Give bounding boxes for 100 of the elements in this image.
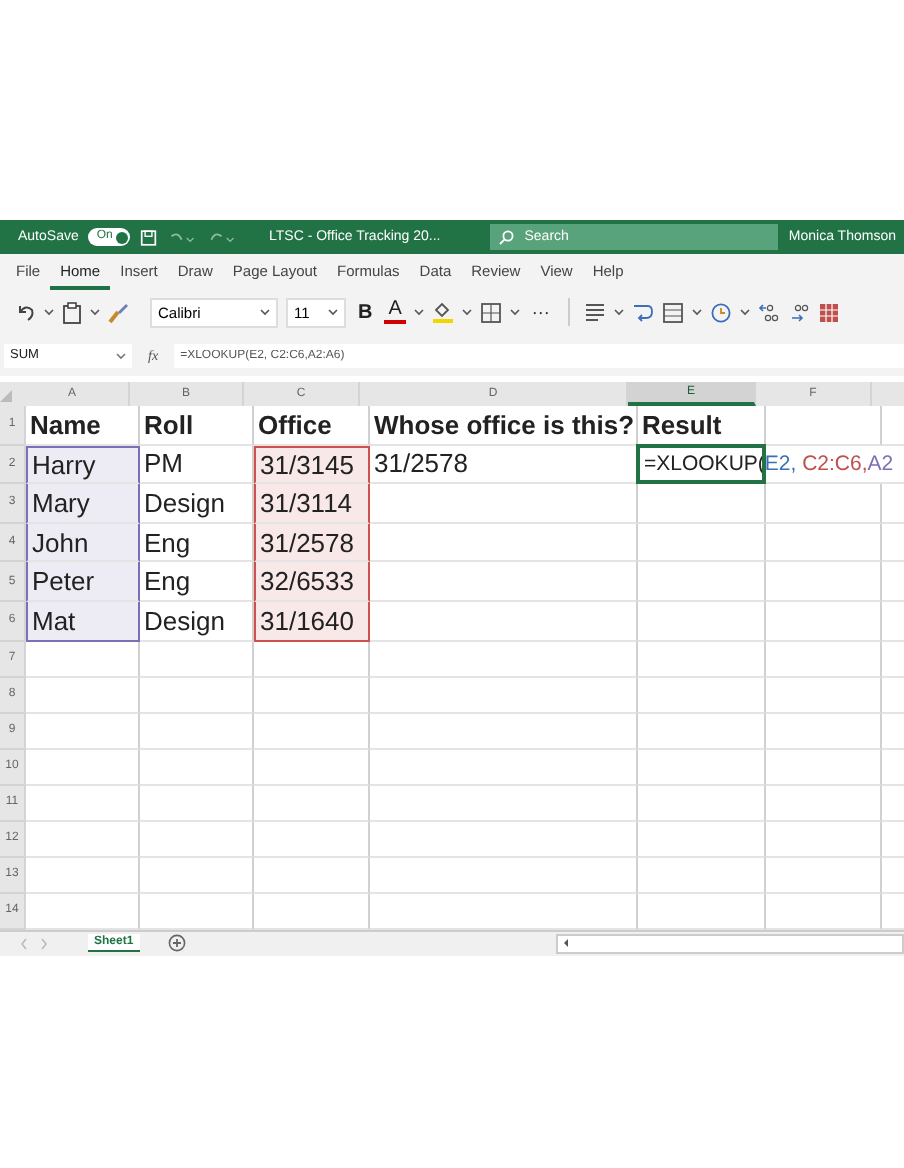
table-cell[interactable] bbox=[26, 677, 140, 714]
table-cell[interactable]: Name bbox=[26, 406, 140, 446]
table-cell[interactable] bbox=[370, 785, 638, 822]
table-cell[interactable] bbox=[370, 562, 638, 602]
caret-icon[interactable] bbox=[90, 308, 100, 316]
table-cell[interactable] bbox=[766, 821, 882, 858]
table-cell[interactable] bbox=[140, 677, 254, 714]
table-cell[interactable] bbox=[26, 857, 140, 894]
increase-decimal-icon[interactable] bbox=[757, 301, 780, 323]
paintbrush-icon[interactable] bbox=[108, 301, 130, 323]
table-cell[interactable] bbox=[26, 713, 140, 750]
caret-icon[interactable] bbox=[739, 308, 750, 316]
font-color-button[interactable]: A bbox=[384, 300, 406, 324]
table-cell[interactable] bbox=[254, 785, 370, 822]
fill-color-icon[interactable] bbox=[431, 300, 454, 324]
bold-button[interactable]: B bbox=[354, 301, 377, 323]
table-cell[interactable]: Whose office is this? bbox=[370, 406, 638, 446]
table-cell[interactable] bbox=[254, 821, 370, 858]
cell-styles-icon[interactable] bbox=[817, 301, 840, 323]
table-cell[interactable] bbox=[638, 821, 766, 858]
table-cell[interactable] bbox=[140, 641, 254, 678]
borders-icon[interactable] bbox=[479, 301, 502, 323]
more-button[interactable]: ··· bbox=[527, 302, 554, 322]
table-cell[interactable] bbox=[254, 749, 370, 786]
table-cell[interactable]: Peter bbox=[26, 562, 140, 602]
table-cell[interactable] bbox=[370, 857, 638, 894]
table-cell[interactable] bbox=[370, 484, 638, 524]
table-cell[interactable] bbox=[638, 785, 766, 822]
table-cell[interactable]: Mat bbox=[26, 601, 140, 642]
table-cell[interactable] bbox=[766, 785, 882, 822]
table-cell[interactable]: 31/1640 bbox=[254, 601, 370, 642]
table-cell[interactable] bbox=[26, 785, 140, 822]
table-cell[interactable] bbox=[766, 523, 882, 563]
table-cell[interactable]: 31/2578 bbox=[254, 523, 370, 563]
table-cell[interactable] bbox=[638, 749, 766, 786]
table-cell[interactable] bbox=[766, 677, 882, 714]
horizontal-scrollbar[interactable] bbox=[556, 933, 904, 954]
save-icon[interactable] bbox=[140, 227, 158, 247]
table-cell[interactable] bbox=[140, 749, 254, 786]
clipboard-icon[interactable] bbox=[62, 301, 82, 323]
table-cell[interactable] bbox=[254, 857, 370, 894]
table-cell[interactable] bbox=[638, 641, 766, 678]
table-cell[interactable] bbox=[766, 484, 882, 524]
redo-icon[interactable] bbox=[208, 229, 240, 245]
table-cell[interactable]: 31/3145 bbox=[254, 445, 370, 485]
table-cell[interactable] bbox=[766, 857, 882, 894]
formula-cell[interactable]: =XLOOKUP(E2, C2:C6,A2 bbox=[638, 445, 904, 485]
table-cell[interactable]: 31/2578 bbox=[370, 445, 638, 485]
table-cell[interactable] bbox=[370, 641, 638, 678]
wrap-text-icon[interactable] bbox=[631, 301, 654, 323]
table-cell[interactable]: PM bbox=[140, 445, 254, 485]
table-cell[interactable]: Design bbox=[140, 484, 254, 524]
table-cell[interactable]: John bbox=[26, 523, 140, 563]
table-cell[interactable] bbox=[370, 749, 638, 786]
table-cell[interactable] bbox=[766, 749, 882, 786]
table-cell[interactable] bbox=[766, 713, 882, 750]
table-cell[interactable] bbox=[26, 641, 140, 678]
table-cell[interactable]: 31/3114 bbox=[254, 484, 370, 524]
merge-cells-icon[interactable] bbox=[661, 301, 684, 323]
decrease-decimal-icon[interactable] bbox=[787, 301, 810, 323]
table-cell[interactable]: Result bbox=[638, 406, 766, 446]
table-cell[interactable] bbox=[370, 713, 638, 750]
table-cell[interactable]: Roll bbox=[140, 406, 254, 446]
table-cell[interactable] bbox=[140, 713, 254, 750]
table-cell[interactable] bbox=[254, 713, 370, 750]
table-cell[interactable] bbox=[638, 523, 766, 563]
add-sheet-icon[interactable] bbox=[167, 934, 186, 953]
align-icon[interactable] bbox=[583, 302, 606, 322]
table-cell[interactable] bbox=[370, 523, 638, 563]
table-cell[interactable] bbox=[254, 677, 370, 714]
table-cell[interactable] bbox=[638, 677, 766, 714]
table-cell[interactable] bbox=[766, 641, 882, 678]
caret-icon[interactable] bbox=[613, 308, 624, 316]
table-cell[interactable] bbox=[638, 562, 766, 602]
undo-icon[interactable] bbox=[16, 302, 36, 322]
table-cell[interactable]: Design bbox=[140, 601, 254, 642]
table-cell[interactable] bbox=[638, 484, 766, 524]
table-cell[interactable] bbox=[638, 857, 766, 894]
table-cell[interactable] bbox=[638, 601, 766, 642]
table-cell[interactable] bbox=[766, 406, 882, 446]
table-cell[interactable] bbox=[140, 821, 254, 858]
table-cell[interactable] bbox=[370, 601, 638, 642]
table-cell[interactable]: Office bbox=[254, 406, 370, 446]
table-cell[interactable] bbox=[26, 821, 140, 858]
caret-icon[interactable] bbox=[691, 308, 702, 316]
table-cell[interactable]: Mary bbox=[26, 484, 140, 524]
table-cell[interactable]: 32/6533 bbox=[254, 562, 370, 602]
caret-icon[interactable] bbox=[413, 308, 424, 316]
scroll-right-icon[interactable] bbox=[40, 937, 48, 950]
table-cell[interactable] bbox=[26, 749, 140, 786]
table-cell[interactable] bbox=[140, 785, 254, 822]
clock-icon[interactable] bbox=[709, 301, 732, 323]
caret-icon[interactable] bbox=[461, 308, 472, 316]
table-cell[interactable] bbox=[254, 641, 370, 678]
caret-icon[interactable] bbox=[509, 308, 520, 316]
table-cell[interactable] bbox=[766, 562, 882, 602]
table-cell[interactable] bbox=[766, 601, 882, 642]
table-cell[interactable]: Eng bbox=[140, 523, 254, 563]
table-cell[interactable] bbox=[140, 857, 254, 894]
caret-icon[interactable] bbox=[44, 308, 54, 316]
